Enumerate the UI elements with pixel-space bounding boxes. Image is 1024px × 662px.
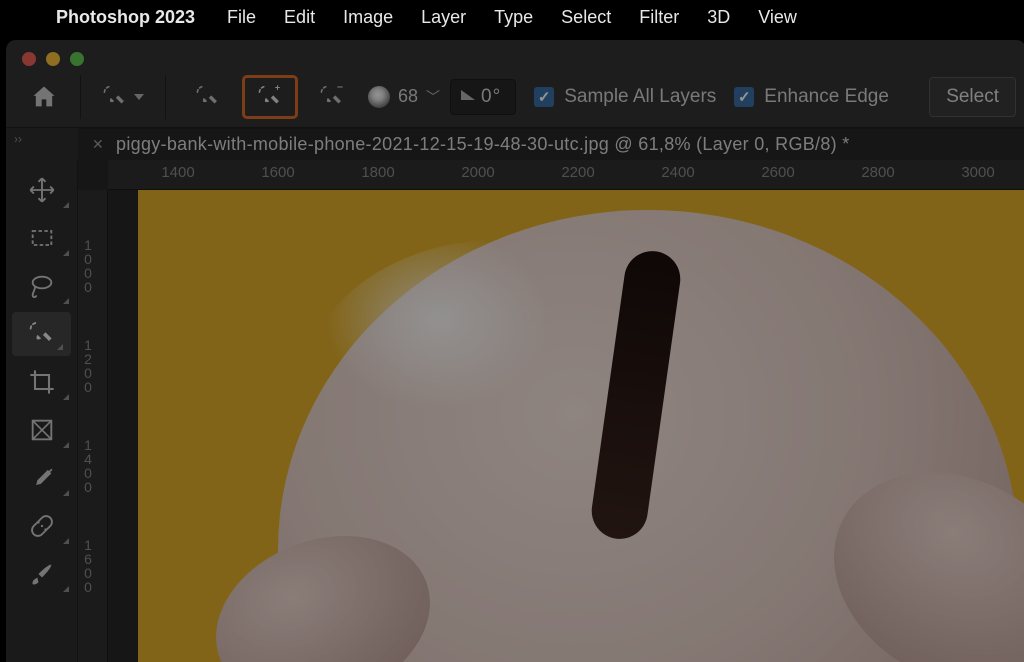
divider [80, 75, 81, 119]
menu-filter[interactable]: Filter [639, 7, 679, 28]
window-close-button[interactable] [22, 52, 36, 66]
document-tab[interactable]: ✕ piggy-bank-with-mobile-phone-2021-12-1… [78, 128, 1024, 160]
document-tab-row: ›› ✕ piggy-bank-with-mobile-phone-2021-1… [6, 128, 1024, 160]
svg-text:−: − [337, 84, 343, 94]
lasso-tool[interactable] [6, 262, 77, 310]
eyedropper-icon [28, 464, 56, 492]
app-name[interactable]: Photoshop 2023 [56, 7, 195, 28]
sample-all-layers-option[interactable]: ✓ Sample All Layers [534, 86, 716, 108]
angle-value: 0° [481, 86, 501, 108]
menu-3d[interactable]: 3D [707, 7, 730, 28]
checkbox-checked-icon[interactable]: ✓ [534, 87, 554, 107]
canvas-area: 1400 1600 1800 2000 2200 2400 2600 2800 … [78, 160, 1024, 662]
angle-icon [461, 90, 475, 100]
quick-select-subtract-icon: − [319, 84, 345, 110]
brush-tool[interactable] [6, 550, 77, 598]
move-icon [28, 176, 56, 204]
app-window: + − 68 ﹀ 0° ✓ Sample All Layers [6, 40, 1024, 662]
traffic-lights [6, 40, 1024, 66]
enhance-edge-option[interactable]: ✓ Enhance Edge [734, 86, 889, 108]
workspace: 1400 1600 1800 2000 2200 2400 2600 2800 … [6, 160, 1024, 662]
brush-size-value: 68 [398, 86, 418, 107]
quick-selection-icon [28, 320, 56, 348]
crop-tool[interactable] [6, 358, 77, 406]
vertical-ruler[interactable]: 1000 1200 1400 1600 [78, 190, 108, 662]
brush-icon [28, 560, 56, 588]
quick-select-brush-icon [102, 84, 128, 110]
eyedropper-tool[interactable] [6, 454, 77, 502]
piggy-bank-image [138, 190, 1024, 662]
lasso-icon [28, 272, 56, 300]
window-zoom-button[interactable] [70, 52, 84, 66]
crop-icon [28, 368, 56, 396]
healing-icon [28, 512, 56, 540]
brush-size-picker[interactable]: 68 ﹀ [368, 86, 440, 108]
options-bar: + − 68 ﹀ 0° ✓ Sample All Layers [6, 66, 1024, 128]
subtract-from-selection-mode[interactable]: − [306, 77, 358, 117]
menu-edit[interactable]: Edit [284, 7, 315, 28]
image-content [138, 190, 1024, 662]
chevron-down-icon: ﹀ [426, 87, 440, 107]
sample-all-layers-label: Sample All Layers [564, 86, 716, 108]
macos-menubar: Photoshop 2023 File Edit Image Layer Typ… [0, 0, 1024, 34]
horizontal-ruler[interactable]: 1400 1600 1800 2000 2200 2400 2600 2800 … [108, 160, 1024, 190]
window-minimize-button[interactable] [46, 52, 60, 66]
brush-angle-input[interactable]: 0° [450, 79, 516, 115]
marquee-icon [28, 224, 56, 252]
menu-type[interactable]: Type [494, 7, 533, 28]
quick-selection-tool[interactable] [12, 312, 71, 356]
frame-tool[interactable] [6, 406, 77, 454]
enhance-edge-label: Enhance Edge [764, 86, 889, 108]
menu-view[interactable]: View [758, 7, 797, 28]
svg-text:+: + [275, 84, 280, 93]
divider [165, 75, 166, 119]
tools-panel [6, 160, 78, 662]
new-selection-mode[interactable] [182, 77, 234, 117]
select-subject-button[interactable]: Select [929, 77, 1016, 117]
menu-file[interactable]: File [227, 7, 256, 28]
menu-image[interactable]: Image [343, 7, 393, 28]
move-tool[interactable] [6, 166, 77, 214]
collapse-panels-icon[interactable]: ›› [6, 128, 78, 160]
home-button[interactable] [24, 77, 64, 117]
document-canvas[interactable] [108, 190, 1024, 662]
menu-layer[interactable]: Layer [421, 7, 466, 28]
document-tab-title: piggy-bank-with-mobile-phone-2021-12-15-… [116, 134, 850, 155]
home-icon [30, 83, 58, 111]
quick-select-new-icon [195, 84, 221, 110]
quick-select-add-icon: + [257, 84, 283, 110]
menu-select[interactable]: Select [561, 7, 611, 28]
brush-preview-icon [368, 86, 390, 108]
quick-select-brush-preset[interactable] [97, 77, 149, 117]
rectangular-marquee-tool[interactable] [6, 214, 77, 262]
add-to-selection-mode[interactable]: + [244, 77, 296, 117]
close-tab-icon[interactable]: ✕ [92, 136, 104, 153]
frame-icon [28, 416, 56, 444]
checkbox-checked-icon[interactable]: ✓ [734, 87, 754, 107]
spot-healing-brush-tool[interactable] [6, 502, 77, 550]
